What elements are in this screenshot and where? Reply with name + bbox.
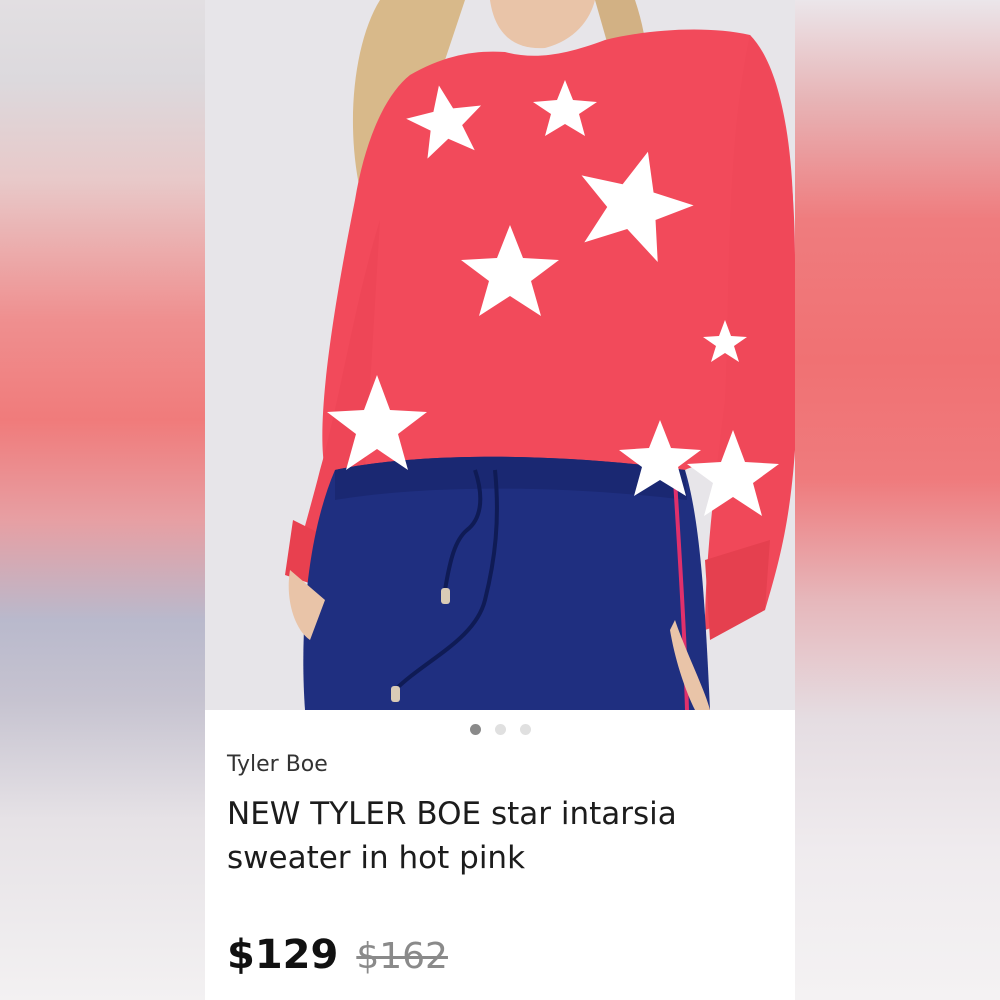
- blurred-background-right: [795, 0, 1000, 1000]
- carousel-dot-1[interactable]: [469, 724, 481, 735]
- carousel-dot-2[interactable]: [494, 724, 506, 735]
- original-price: $162: [356, 936, 448, 977]
- listing-screen: Tyler Boe NEW TYLER BOE star intarsia sw…: [0, 0, 1000, 1000]
- product-image[interactable]: [205, 0, 795, 710]
- price-row: $129 $162: [227, 932, 448, 978]
- brand-name[interactable]: Tyler Boe: [227, 752, 328, 777]
- carousel-indicator[interactable]: [205, 724, 795, 735]
- carousel-dot-3[interactable]: [519, 724, 531, 735]
- listing-info-card: Tyler Boe NEW TYLER BOE star intarsia sw…: [205, 710, 795, 1000]
- current-price: $129: [227, 932, 339, 978]
- blurred-background-left: [0, 0, 205, 1000]
- listing-title: NEW TYLER BOE star intarsia sweater in h…: [227, 796, 677, 876]
- product-photo-illustration: [205, 0, 795, 710]
